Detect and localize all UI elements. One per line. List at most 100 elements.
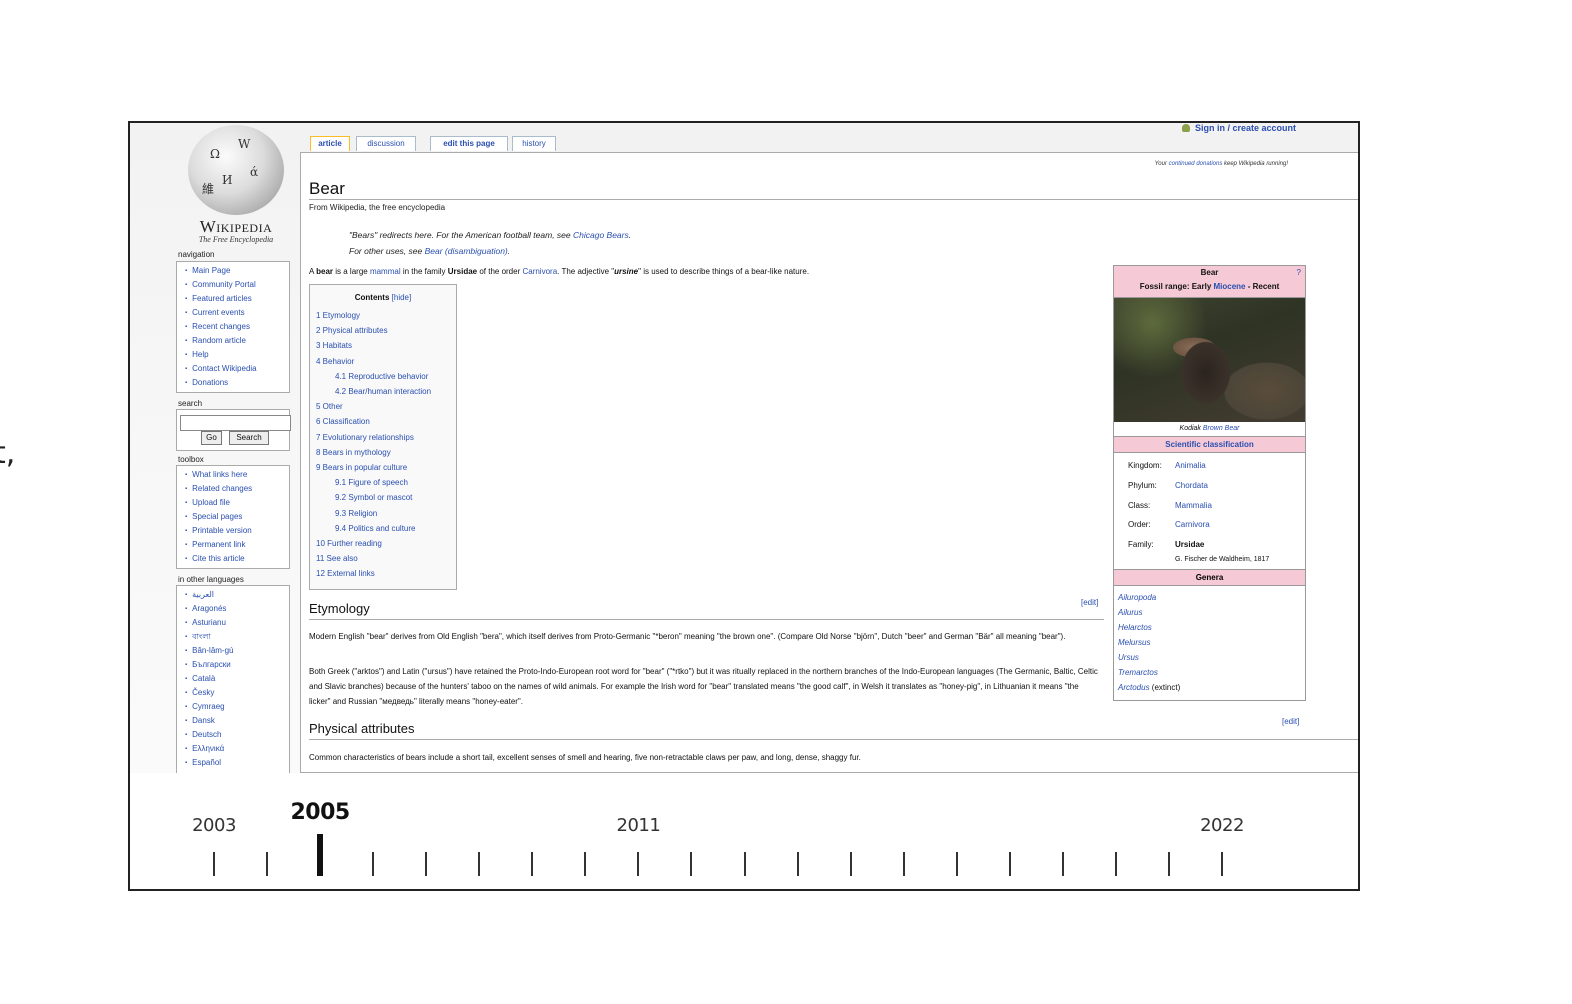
genus-item[interactable]: Helarctos	[1118, 620, 1305, 635]
timeline-tick[interactable]	[478, 852, 481, 876]
tab-edit[interactable]: edit this page	[430, 136, 508, 151]
timeline-tick[interactable]	[849, 852, 852, 876]
toc-item[interactable]: 9.4 Politics and culture	[316, 521, 456, 536]
timeline-tick[interactable]	[955, 852, 958, 876]
sidebar-item-donations[interactable]: Donations	[185, 376, 289, 390]
timeline-tick[interactable]	[690, 852, 693, 876]
timeline-tick[interactable]	[902, 852, 905, 876]
sidebar-item-community-portal[interactable]: Community Portal	[185, 278, 289, 292]
toc-item[interactable]: 1 Etymology	[316, 308, 456, 323]
timeline-year-label[interactable]: 2011	[617, 815, 661, 836]
sidebar-item-random-article[interactable]: Random article	[185, 334, 289, 348]
language-link-11[interactable]: Ελληνικά	[185, 742, 289, 756]
brown-bear-link[interactable]: Brown Bear	[1203, 425, 1240, 432]
sidebar-item-current-events[interactable]: Current events	[185, 306, 289, 320]
sidebar-item-help[interactable]: Help	[185, 348, 289, 362]
edit-etymology-link[interactable]: [edit]	[1081, 598, 1098, 607]
toolbox-item-printable-version[interactable]: Printable version	[185, 524, 289, 538]
miocene-link[interactable]: Miocene	[1214, 282, 1246, 291]
timeline-tick-selected[interactable]	[317, 834, 324, 876]
timeline-tick[interactable]	[1221, 852, 1223, 876]
carnivora-link[interactable]: Carnivora	[522, 267, 557, 276]
sidebar-item-recent-changes[interactable]: Recent changes	[185, 320, 289, 334]
edit-physical-link[interactable]: [edit]	[1282, 717, 1299, 726]
sidebar-item-main-page[interactable]: Main Page	[185, 264, 289, 278]
timeline-tick[interactable]	[1114, 852, 1117, 876]
toc-item[interactable]: 9.1 Figure of speech	[316, 475, 456, 490]
toc-item[interactable]: 2 Physical attributes	[316, 323, 456, 338]
timeline-tick[interactable]	[1167, 852, 1170, 876]
toc-item[interactable]: 9.2 Symbol or mascot	[316, 490, 456, 505]
genus-item[interactable]: Tremarctos	[1118, 665, 1305, 680]
timeline-year-label[interactable]: 2003	[192, 815, 236, 836]
timeline-selected-year[interactable]: 2005	[290, 800, 350, 825]
genus-item[interactable]: Melursus	[1118, 635, 1305, 650]
genus-item[interactable]: Ursus	[1118, 650, 1305, 665]
toolbox-item-special-pages[interactable]: Special pages	[185, 510, 289, 524]
language-link-0[interactable]: العربية	[185, 588, 289, 602]
toc-item[interactable]: 8 Bears in mythology	[316, 445, 456, 460]
chicago-bears-link[interactable]: Chicago Bears	[573, 230, 629, 240]
genus-item[interactable]: Ailuropoda	[1118, 590, 1305, 605]
timeline-tick[interactable]	[1061, 852, 1064, 876]
sidebar-item-featured-articles[interactable]: Featured articles	[185, 292, 289, 306]
toc-item[interactable]: 9.3 Religion	[316, 506, 456, 521]
language-link-deutsch[interactable]: Deutsch	[185, 728, 289, 742]
toolbox-item-cite-this-article[interactable]: Cite this article	[185, 552, 289, 566]
taxonomy-value[interactable]: Mammalia	[1175, 496, 1212, 516]
language-link-cymraeg[interactable]: Cymraeg	[185, 700, 289, 714]
genus-item[interactable]: Arctodus (extinct)	[1118, 680, 1305, 695]
timeline-tick[interactable]	[584, 852, 587, 876]
language-link-catal[interactable]: Català	[185, 672, 289, 686]
toc-item[interactable]: 4 Behavior	[316, 354, 456, 369]
language-link-espa-ol[interactable]: Español	[185, 756, 289, 770]
tab-history[interactable]: history	[512, 136, 556, 151]
toc-item[interactable]: 11 See also	[316, 551, 456, 566]
language-link-b-n-l-m-g[interactable]: Bân-lâm-gú	[185, 644, 289, 658]
toolbox-item-related-changes[interactable]: Related changes	[185, 482, 289, 496]
taxonomy-value[interactable]: Chordata	[1175, 476, 1208, 496]
toolbox-item-what-links-here[interactable]: What links here	[185, 468, 289, 482]
language-link-5[interactable]: Български	[185, 658, 289, 672]
language-link-dansk[interactable]: Dansk	[185, 714, 289, 728]
help-link[interactable]: ?	[1297, 268, 1301, 277]
toc-item[interactable]: 3 Habitats	[316, 338, 456, 353]
taxonomy-value[interactable]: Carnivora	[1175, 515, 1210, 535]
go-button[interactable]: Go	[201, 431, 222, 445]
tab-discussion[interactable]: discussion	[356, 136, 416, 151]
timeline-tick[interactable]	[372, 852, 375, 876]
toc-item[interactable]: 4.1 Reproductive behavior	[316, 369, 456, 384]
toc-item[interactable]: 5 Other	[316, 399, 456, 414]
timeline-tick[interactable]	[425, 852, 428, 876]
language-link-aragon-s[interactable]: Aragonés	[185, 602, 289, 616]
timeline-tick[interactable]	[796, 852, 799, 876]
timeline-tick[interactable]	[1008, 852, 1011, 876]
toc-item[interactable]: 9 Bears in popular culture	[316, 460, 456, 475]
timeline-year-label[interactable]: 2022	[1200, 815, 1244, 836]
search-input[interactable]	[180, 415, 291, 431]
language-link-esky[interactable]: Česky	[185, 686, 289, 700]
donations-link[interactable]: continued donations	[1169, 161, 1223, 167]
timeline-tick[interactable]	[266, 852, 269, 876]
wikipedia-logo[interactable]: Ω W И ά 維 Wikipedia The Free Encyclopedi…	[180, 125, 290, 245]
genus-item[interactable]: Ailurus	[1118, 605, 1305, 620]
scientific-classification-heading[interactable]: Scientific classification	[1114, 436, 1305, 453]
taxonomy-value[interactable]: Animalia	[1175, 456, 1206, 476]
timeline-tick[interactable]	[637, 852, 640, 876]
search-button[interactable]: Search	[229, 431, 269, 445]
sign-in-link[interactable]: Sign in / create account	[1181, 123, 1296, 133]
toc-item[interactable]: 4.2 Bear/human interaction	[316, 384, 456, 399]
toolbox-item-permanent-link[interactable]: Permanent link	[185, 538, 289, 552]
mammal-link[interactable]: mammal	[370, 267, 401, 276]
language-link-3[interactable]: বাংলা	[185, 630, 289, 644]
toc-item[interactable]: 6 Classification	[316, 414, 456, 429]
kodiak-bear-photo[interactable]	[1114, 298, 1305, 422]
timeline-tick[interactable]	[743, 852, 746, 876]
language-link-asturianu[interactable]: Asturianu	[185, 616, 289, 630]
tab-article[interactable]: article	[310, 136, 350, 151]
timeline-tick[interactable]	[213, 852, 215, 876]
toc-item[interactable]: 10 Further reading	[316, 536, 456, 551]
year-timeline[interactable]: 2003 2005 2011 2022	[130, 773, 1358, 889]
toc-item[interactable]: 12 External links	[316, 566, 456, 581]
sidebar-item-contact-wikipedia[interactable]: Contact Wikipedia	[185, 362, 289, 376]
